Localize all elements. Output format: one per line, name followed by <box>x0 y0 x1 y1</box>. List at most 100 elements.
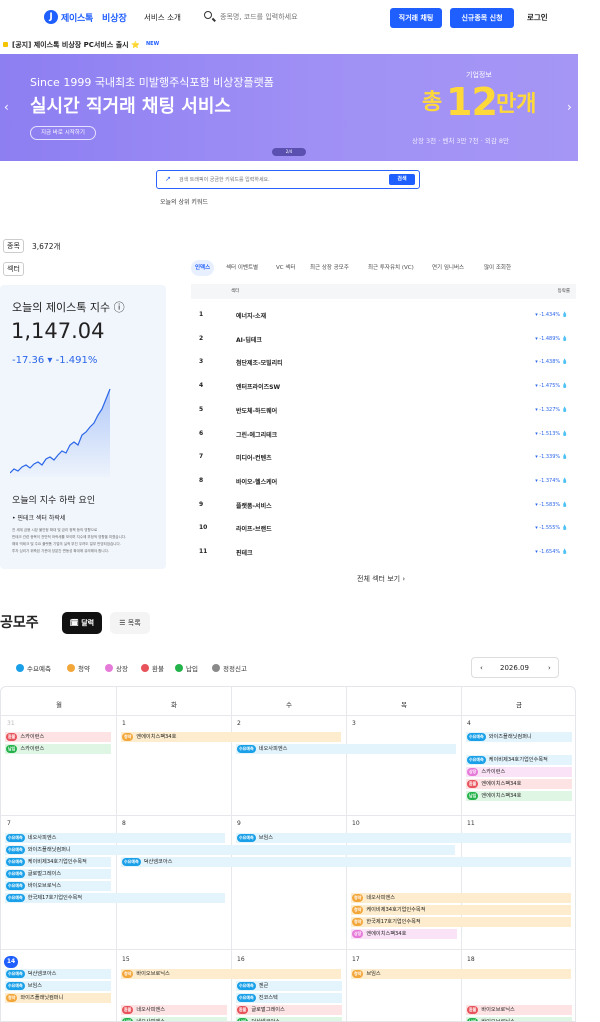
calendar-event[interactable]: 청약 바이오브로닉스 <box>121 969 341 979</box>
tab-most-viewed[interactable]: 많이 조회한 <box>480 260 515 276</box>
global-search[interactable] <box>198 6 376 28</box>
sector-rank: 9 <box>199 500 204 508</box>
calendar-event[interactable]: 환불 엔에이치스팩34호 <box>466 779 572 789</box>
calendar-event[interactable]: 수요예측 덕산넴코아스 <box>121 857 571 867</box>
banner-cta-button[interactable]: 지금 바로 시작하기 <box>30 126 96 140</box>
sector-rank: 5 <box>199 405 204 413</box>
calendar-event[interactable]: 환불 바이오브로닉스 <box>466 1005 572 1015</box>
calendar-event[interactable]: 환불 글로벌그레이스 <box>236 1005 342 1015</box>
tab-index[interactable]: 인덱스 <box>191 260 215 276</box>
banner-since: Since 1999 국내최초 미발행주식포함 비상장플랫폼 <box>30 76 274 89</box>
calendar-event[interactable]: 납입 네오사피엔스 <box>121 1017 227 1021</box>
notice-text[interactable]: [공지] 제이스톡 비상장 PC서비스 출시 ⭐ <box>12 40 140 50</box>
sector-row[interactable]: 1 에너지-소재 ▾ -1.434% 💧 <box>191 304 576 327</box>
tab-omnibus[interactable]: 연기 임니버스 <box>428 260 468 276</box>
calendar-event[interactable]: 수요예측 브임스 <box>5 981 111 991</box>
tab-recent-vc[interactable]: 최근 투자유치 (VC) <box>364 260 418 276</box>
calendar-event[interactable]: 청약 브임스 <box>351 969 571 979</box>
legend-item[interactable]: 수요예측 <box>16 663 51 673</box>
tab-sector-event[interactable]: 섹터 이벤트별 <box>222 260 262 276</box>
promo-banner[interactable]: ‹ › Since 1999 국내최초 미발행주식포함 비상장플랫폼 실시간 직… <box>0 54 578 161</box>
next-month-icon[interactable]: › <box>548 664 551 672</box>
event-company: 덕산넴코아스 <box>27 971 57 977</box>
calendar-event[interactable]: 청약 엔에이치스팩34호 <box>121 732 341 742</box>
sector-row[interactable]: 11 핀테크 ▾ -1.654% 💧 <box>191 541 576 564</box>
calendar-event[interactable]: 수요예측 한국제17호기업인수목적 <box>5 893 225 903</box>
calendar-event[interactable]: 수요예측 브임스 <box>236 833 571 843</box>
calendar-event[interactable]: 수요예측 젠큰 <box>236 981 342 991</box>
logo-sub[interactable]: 비상장 <box>102 11 127 24</box>
notice-bar[interactable]: [공지] 제이스톡 비상장 PC서비스 출시 ⭐ NEW <box>0 38 600 52</box>
calendar-event[interactable]: 수요예측 케이비제34호기업인수목적 <box>5 857 111 867</box>
sector-tag[interactable]: 섹터 <box>3 262 24 276</box>
calendar-event[interactable]: 수요예측 와이즈플래닛컴퍼니 <box>5 845 455 855</box>
calendar-event[interactable]: 청약 와이즈플래닛컴퍼니 <box>5 993 111 1003</box>
list-view-toggle[interactable]: ☰ 목록 <box>110 612 150 634</box>
legend-item[interactable]: 청약 <box>67 663 90 673</box>
sector-row[interactable]: 10 라이프-브랜드 ▾ -1.555% 💧 <box>191 517 576 540</box>
calendar-event[interactable]: 청약 네오사피엔스 <box>351 893 571 903</box>
sector-row[interactable]: 3 첨단제조-모빌리티 ▾ -1.438% 💧 <box>191 351 576 374</box>
calendar-event[interactable]: 상장 엔에이치스팩34호 <box>351 929 457 939</box>
calendar-event[interactable]: 환불 스카이런스 <box>5 732 111 742</box>
legend-item[interactable]: 상장 <box>105 663 128 673</box>
keyword-search-box[interactable]: ↗ 검색 <box>156 170 420 189</box>
legend-item[interactable]: 환불 <box>141 663 164 673</box>
search-input[interactable] <box>220 10 370 24</box>
event-type-chip: 청약 <box>122 970 134 978</box>
calendar-event[interactable]: 수요예측 덕산넴코아스 <box>5 969 111 979</box>
event-company: 젠큰 <box>258 983 269 989</box>
sector-row[interactable]: 5 반도체-하드웨어 ▾ -1.327% 💧 <box>191 399 576 422</box>
calendar-event[interactable]: 납입 덕산넴코아스 <box>236 1017 342 1021</box>
banner-prev-icon[interactable]: ‹ <box>4 100 9 114</box>
keyword-search-input[interactable] <box>179 174 369 185</box>
sector-name: 미디어-컨텐츠 <box>236 455 272 463</box>
calendar-event[interactable]: 수요예측 네오사피엔스 <box>5 833 225 843</box>
keyword-search-button[interactable]: 검색 <box>389 174 415 185</box>
all-sectors-link[interactable]: 전체 섹터 보기 › <box>357 574 405 584</box>
sector-row[interactable]: 6 그린-에그리테크 ▾ -1.513% 💧 <box>191 423 576 446</box>
event-company: 스카이런스 <box>20 734 45 740</box>
sector-row[interactable]: 8 바이오-헬스케어 ▾ -1.374% 💧 <box>191 470 576 493</box>
calendar-event[interactable]: 수요예측 진코스텍 <box>236 993 342 1003</box>
sector-row[interactable]: 9 플랫폼-서비스 ▾ -1.583% 💧 <box>191 494 576 517</box>
calendar-event[interactable]: 납입 스카이런스 <box>5 744 111 754</box>
tab-recent-ipo[interactable]: 최근 상장 공모주 <box>306 260 353 276</box>
calendar-event[interactable]: 수요예측 네오사피엔스 <box>236 744 456 754</box>
calendar-event[interactable]: 수요예측 와이즈플래닛컴퍼니 <box>466 732 572 742</box>
logo-text[interactable]: 제이스톡 <box>61 11 93 24</box>
legend-item[interactable]: 납입 <box>175 663 198 673</box>
calendar-event[interactable]: 수요예측 바이오브로닉스 <box>5 881 111 891</box>
stocks-tag[interactable]: 종목 <box>3 239 24 253</box>
direct-chat-button[interactable]: 직거래 채팅 <box>390 8 442 28</box>
sector-row[interactable]: 4 엔터프라이즈SW ▾ -1.475% 💧 <box>191 375 576 398</box>
calendar-event[interactable]: 납입 엔에이치스팩34호 <box>466 791 572 801</box>
calendar-event[interactable]: 청약 케이비제34호기업인수목적 <box>351 905 571 915</box>
current-month: 2026.09 <box>500 664 529 672</box>
sector-change-value: -1.489% <box>539 335 561 342</box>
tab-vc-sector[interactable]: VC 섹터 <box>272 260 299 276</box>
legend-item[interactable]: 정정신고 <box>212 663 247 673</box>
login-link[interactable]: 로그인 <box>527 12 548 23</box>
calendar-view-toggle[interactable]: 🗓 달력 <box>62 612 102 634</box>
calendar-event[interactable]: 환불 네오사피엔스 <box>121 1005 227 1015</box>
prev-month-icon[interactable]: ‹ <box>480 664 483 672</box>
calendar-event[interactable]: 수요예측 케이비제34호기업인수목적 <box>466 755 572 765</box>
service-intro-link[interactable]: 서비스 소개 <box>144 12 181 23</box>
calendar-event[interactable]: 수요예측 글로벌그레이스 <box>5 869 111 879</box>
logo-icon[interactable]: J <box>44 10 58 24</box>
calendar-event[interactable]: 청약 한국제17호기업인수목적 <box>351 917 571 927</box>
event-type-chip: 수요예측 <box>467 756 486 764</box>
calendar-event[interactable]: 납입 바이오브로닉스 <box>466 1017 572 1021</box>
banner-next-icon[interactable]: › <box>567 100 572 114</box>
drop-icon: 💧 <box>561 477 568 484</box>
calendar-event[interactable]: 상장 스카이런스 <box>466 767 572 777</box>
event-type-chip: 청약 <box>352 894 364 902</box>
sector-row[interactable]: 2 AI-딥테크 ▾ -1.489% 💧 <box>191 328 576 351</box>
banner-total-prefix: 총 <box>422 90 443 115</box>
sector-rank: 3 <box>199 358 204 366</box>
event-company: 진코스텍 <box>258 995 278 1001</box>
new-listing-button[interactable]: 신규종목 신청 <box>450 8 514 28</box>
event-company: 케이비제34호기업인수목적 <box>366 907 426 913</box>
sector-row[interactable]: 7 미디어-컨텐츠 ▾ -1.339% 💧 <box>191 446 576 469</box>
